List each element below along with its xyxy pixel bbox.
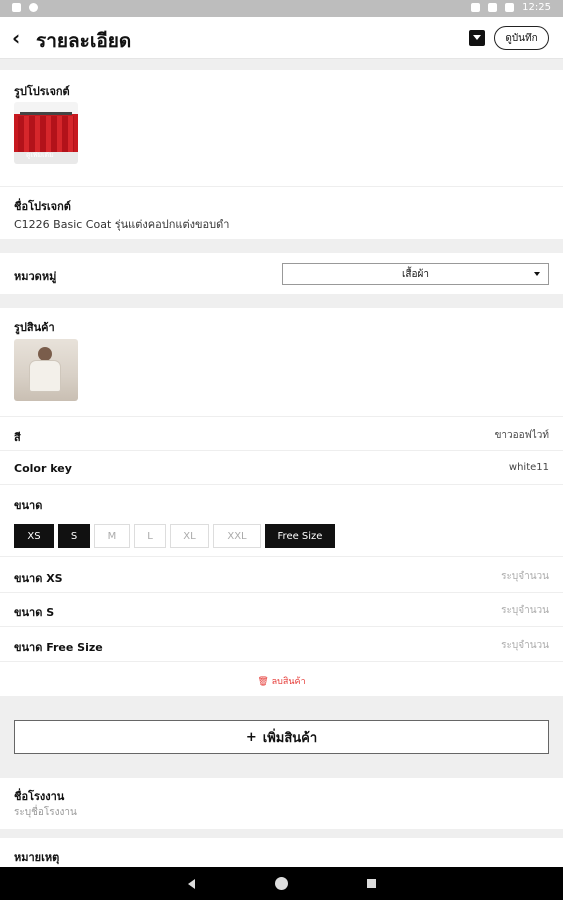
project-image-label: รูปโปรเจกต์ <box>14 85 70 98</box>
status-time: 12:25 <box>522 2 551 13</box>
divider <box>0 416 563 417</box>
save-icon[interactable] <box>469 30 485 46</box>
qty-s-label: ขนาด S <box>14 606 55 619</box>
product-section: รูปสินค้า สี ขาวออฟไวท์ Color key white1… <box>0 308 563 696</box>
delete-product-label: ลบสินค้า <box>271 677 306 687</box>
nav-back-icon[interactable] <box>188 879 195 889</box>
view-draft-button[interactable]: ดูบันทึก <box>494 26 549 50</box>
nav-home-icon[interactable] <box>275 877 288 890</box>
status-bar: 12:25 <box>0 0 563 17</box>
divider <box>0 556 563 557</box>
divider <box>0 484 563 485</box>
size-chip-group: XS S M L XL XXL Free Size <box>14 524 335 548</box>
qty-free-size-label: ขนาด Free Size <box>14 641 103 654</box>
battery-icon <box>505 3 515 12</box>
divider <box>0 626 563 627</box>
size-chip-free-size[interactable]: Free Size <box>265 524 335 548</box>
project-name-label: ชื่อโปรเจกต์ <box>14 200 71 213</box>
signal-icon <box>488 3 498 12</box>
qty-xs-label: ขนาด XS <box>14 572 63 585</box>
divider <box>0 592 563 593</box>
factory-section: ชื่อโรงงาน ระบุชื่อโรงงาน <box>0 778 563 829</box>
size-chip-s[interactable]: S <box>58 524 90 548</box>
qty-xs-input[interactable]: ระบุจำนวน <box>501 569 549 584</box>
add-product-label: เพิ่มสินค้า <box>262 730 318 746</box>
delete-product-button[interactable]: 🗑 ลบสินค้า <box>0 674 563 688</box>
product-image-thumbnail[interactable] <box>14 339 78 401</box>
color-key-value[interactable]: white11 <box>509 462 549 473</box>
wifi-icon <box>471 3 481 12</box>
size-chip-xs[interactable]: XS <box>14 524 54 548</box>
category-label: หมวดหมู่ <box>14 270 57 283</box>
size-label: ขนาด <box>14 499 43 512</box>
size-chip-m[interactable]: M <box>94 524 130 548</box>
divider <box>0 661 563 662</box>
divider <box>0 186 563 187</box>
size-chip-xl[interactable]: XL <box>170 524 209 548</box>
factory-input[interactable]: ระบุชื่อโรงงาน <box>14 805 77 820</box>
trash-icon: 🗑 <box>257 677 269 687</box>
app-bar: ‹ รายละเอียด ดูบันทึก <box>0 17 563 59</box>
color-value[interactable]: ขาวออฟไวท์ <box>495 428 549 443</box>
add-product-button[interactable]: + เพิ่มสินค้า <box>14 720 549 754</box>
project-image-caption: ดูเพิ่มเติม <box>26 151 54 159</box>
project-name-value: C1226 Basic Coat รุ่นแต่งคอปกแต่งขอบดำ <box>14 218 230 231</box>
size-chip-l[interactable]: L <box>134 524 166 548</box>
system-nav-bar <box>0 867 563 900</box>
category-selected-value: เสื้อผ้า <box>401 268 429 280</box>
project-image-thumbnail[interactable]: ดูเพิ่มเติม <box>14 102 78 164</box>
nav-recent-apps-icon[interactable] <box>367 879 376 888</box>
color-key-label: Color key <box>14 462 72 475</box>
sync-icon <box>29 3 38 12</box>
category-section: หมวดหมู่ เสื้อผ้า <box>0 253 563 294</box>
note-section: หมายเหตุ <box>0 838 563 867</box>
plus-icon: + <box>245 729 257 745</box>
category-select[interactable]: เสื้อผ้า <box>282 263 549 285</box>
back-icon[interactable]: ‹ <box>12 26 20 50</box>
divider <box>0 450 563 451</box>
size-chip-xxl[interactable]: XXL <box>213 524 261 548</box>
notification-icon <box>12 3 21 12</box>
qty-s-input[interactable]: ระบุจำนวน <box>501 603 549 618</box>
page-title: รายละเอียด <box>36 30 132 52</box>
factory-label: ชื่อโรงงาน <box>14 790 65 803</box>
note-label: หมายเหตุ <box>14 851 60 864</box>
project-section: รูปโปรเจกต์ ดูเพิ่มเติม ชื่อโปรเจกต์ C12… <box>0 70 563 239</box>
product-image-label: รูปสินค้า <box>14 321 55 334</box>
qty-free-size-input[interactable]: ระบุจำนวน <box>501 638 549 653</box>
color-label: สี <box>14 431 21 444</box>
chevron-down-icon <box>534 272 540 276</box>
